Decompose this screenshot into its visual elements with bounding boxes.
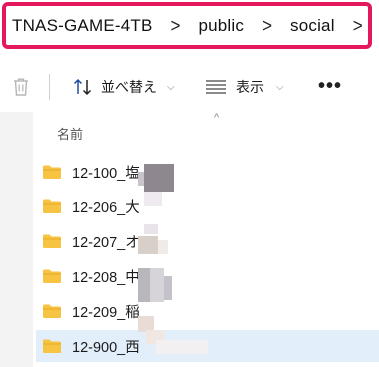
command-toolbar: 並べ替え ⌵ 表示 ⌵ ••• bbox=[0, 60, 379, 112]
sort-ascending-indicator-icon: ^ bbox=[214, 112, 220, 124]
file-name: 12-206_大 bbox=[72, 199, 140, 216]
breadcrumb-item-drive[interactable]: TNAS-GAME-4TB bbox=[12, 16, 153, 36]
sort-button[interactable]: 並べ替え ⌵ bbox=[72, 74, 175, 100]
folder-icon bbox=[43, 304, 61, 318]
view-button[interactable]: 表示 ⌵ bbox=[205, 74, 284, 100]
navigation-pane-edge bbox=[0, 112, 33, 367]
view-label: 表示 bbox=[236, 79, 264, 95]
list-lines-icon bbox=[206, 80, 226, 94]
address-bar-breadcrumb[interactable]: TNAS-GAME-4TB > public > social > bbox=[2, 2, 372, 49]
folder-icon bbox=[43, 234, 61, 248]
more-options-button[interactable]: ••• bbox=[318, 76, 342, 96]
toolbar-divider bbox=[49, 74, 50, 100]
trash-icon bbox=[14, 78, 28, 96]
file-name: 12-209_稲 bbox=[72, 304, 140, 321]
pixelated-redaction bbox=[138, 164, 208, 360]
column-header-name[interactable]: 名前 bbox=[57, 124, 83, 143]
chevron-down-icon: ⌵ bbox=[167, 81, 175, 93]
breadcrumb-separator-icon[interactable]: > bbox=[353, 14, 363, 37]
file-name: 12-207_オ bbox=[72, 234, 140, 251]
chevron-down-icon: ⌵ bbox=[276, 81, 284, 93]
file-name: 12-208_中 bbox=[72, 269, 140, 286]
breadcrumb-separator-icon[interactable]: > bbox=[262, 14, 272, 37]
breadcrumb-separator-icon[interactable]: > bbox=[171, 14, 181, 37]
folder-icon bbox=[43, 165, 61, 179]
folder-icon bbox=[43, 199, 61, 213]
breadcrumb-item-public[interactable]: public bbox=[198, 16, 244, 36]
sort-arrows-icon bbox=[73, 78, 92, 96]
file-name: 12-900_西 bbox=[72, 339, 140, 356]
file-name: 12-100_塩 bbox=[72, 165, 140, 182]
folder-icon bbox=[43, 339, 61, 353]
breadcrumb-item-social[interactable]: social bbox=[290, 16, 335, 36]
delete-button[interactable] bbox=[10, 76, 32, 98]
folder-icon bbox=[43, 269, 61, 283]
sort-label: 並べ替え bbox=[101, 79, 157, 95]
